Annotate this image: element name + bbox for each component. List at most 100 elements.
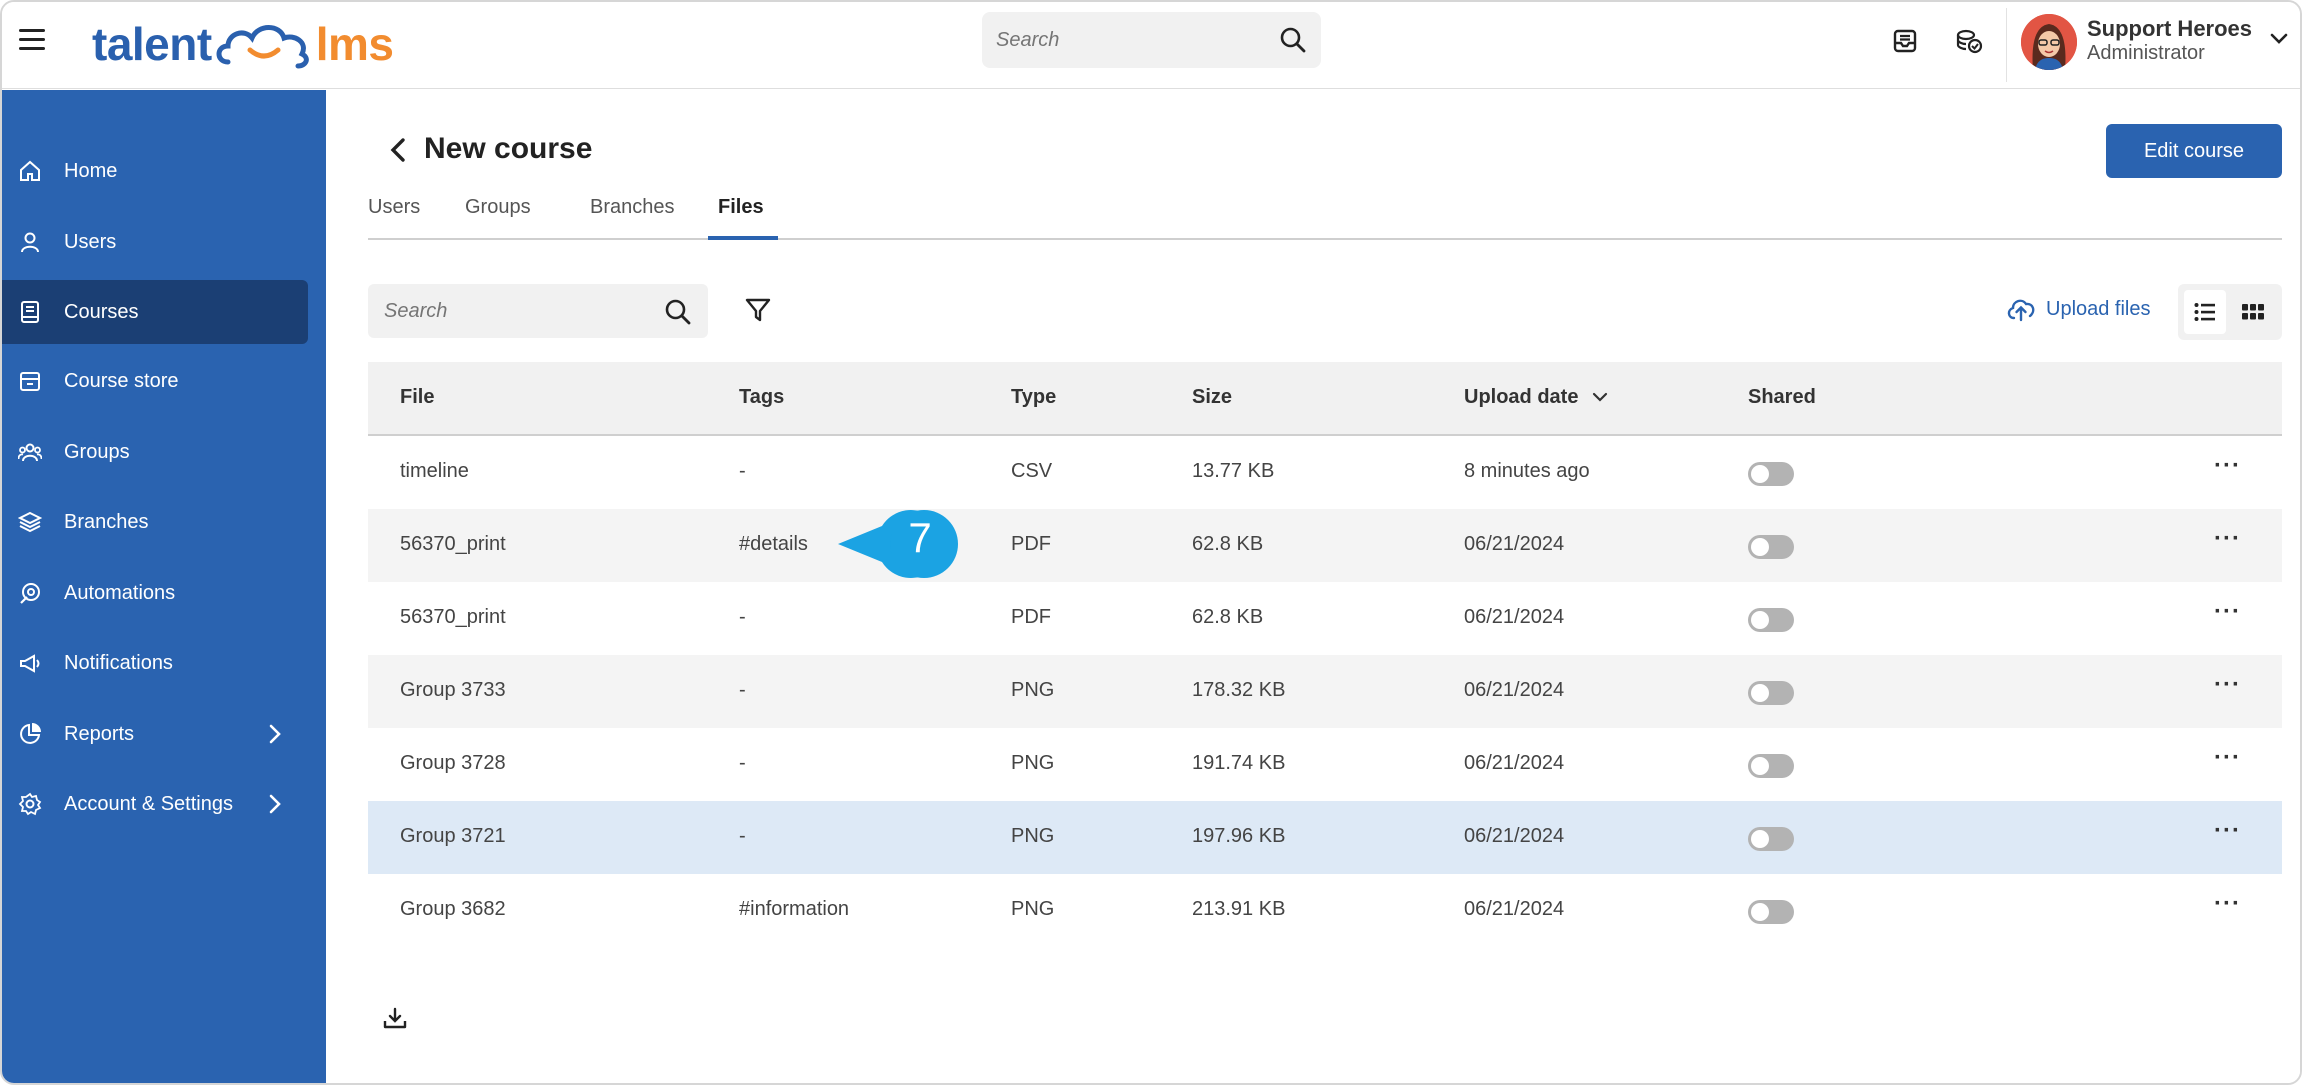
column-header-file[interactable]: File bbox=[400, 386, 434, 409]
file-upload-date: 06/21/2024 bbox=[1464, 679, 1565, 701]
files-search-input[interactable] bbox=[384, 296, 644, 326]
sidebar-item-label: Branches bbox=[64, 511, 149, 533]
chevron-down-icon[interactable] bbox=[2269, 32, 2289, 46]
sidebar-item-account-settings[interactable]: Account & Settings bbox=[2, 772, 308, 836]
sort-chevron-down-icon[interactable] bbox=[1592, 392, 1608, 404]
sidebar-item-groups[interactable]: Groups bbox=[2, 420, 308, 484]
sidebar-item-automations[interactable]: Automations bbox=[2, 561, 308, 625]
book-icon bbox=[21, 301, 39, 323]
more-options-icon[interactable]: ··· bbox=[2214, 673, 2241, 697]
file-type: PDF bbox=[1011, 606, 1051, 628]
tab-files[interactable]: Files bbox=[708, 186, 778, 240]
chevron-right-icon[interactable] bbox=[264, 793, 286, 815]
table-row[interactable]: Group 3721 - PNG 197.96 KB 06/21/2024 ··… bbox=[368, 801, 2282, 874]
files-search[interactable] bbox=[368, 284, 708, 338]
file-size: 62.8 KB bbox=[1192, 606, 1264, 628]
sidebar-item-label: Account & Settings bbox=[64, 793, 233, 815]
tab-users[interactable]: Users bbox=[368, 186, 420, 240]
tab-branches[interactable]: Branches bbox=[590, 186, 675, 240]
file-tags: - bbox=[739, 825, 746, 847]
inbox-icon[interactable] bbox=[1888, 24, 1922, 58]
file-name[interactable]: Group 3721 bbox=[400, 825, 506, 848]
file-type: PNG bbox=[1011, 825, 1055, 847]
file-name[interactable]: timeline bbox=[400, 460, 469, 483]
filter-icon[interactable] bbox=[744, 296, 772, 324]
shared-toggle[interactable] bbox=[1748, 535, 1794, 559]
file-type: PDF bbox=[1011, 533, 1051, 555]
file-name[interactable]: Group 3728 bbox=[400, 752, 506, 775]
megaphone-icon bbox=[20, 654, 40, 673]
file-name[interactable]: Group 3682 bbox=[400, 898, 506, 921]
shared-toggle[interactable] bbox=[1748, 754, 1794, 778]
file-type: PNG bbox=[1011, 679, 1055, 701]
page-title: New course bbox=[424, 132, 593, 165]
shared-toggle[interactable] bbox=[1748, 900, 1794, 924]
column-header-type[interactable]: Type bbox=[1011, 386, 1056, 409]
file-name[interactable]: Group 3733 bbox=[400, 679, 506, 702]
global-search[interactable] bbox=[982, 12, 1321, 68]
file-type: CSV bbox=[1011, 460, 1053, 482]
avatar bbox=[2021, 14, 2077, 70]
global-search-input[interactable] bbox=[996, 24, 1256, 56]
file-tags: - bbox=[739, 606, 746, 628]
table-row[interactable]: Group 3682 #information PNG 213.91 KB 06… bbox=[368, 874, 2282, 947]
top-bar: talent lms Search Support Heroes Adminis… bbox=[2, 2, 2300, 89]
list-icon bbox=[2194, 303, 2215, 321]
edit-course-button[interactable]: Edit course bbox=[2106, 124, 2282, 178]
sidebar-item-notifications[interactable]: Notifications bbox=[2, 631, 308, 695]
file-tags: #information bbox=[739, 898, 850, 920]
sidebar-item-branches[interactable]: Branches bbox=[2, 490, 308, 554]
table-row[interactable]: 56370_print - PDF 62.8 KB 06/21/2024 ··· bbox=[368, 582, 2282, 655]
file-upload-date: 06/21/2024 bbox=[1464, 898, 1565, 920]
tab-groups[interactable]: Groups bbox=[465, 186, 531, 240]
column-header-shared[interactable]: Shared bbox=[1748, 386, 1816, 409]
upload-files-button[interactable]: Upload files bbox=[2006, 296, 2151, 322]
sidebar-item-users[interactable]: Users bbox=[2, 210, 308, 274]
search-icon[interactable] bbox=[664, 298, 692, 326]
groups-icon bbox=[18, 443, 42, 462]
table-header: File Tags Type Size Upload date Shared bbox=[368, 362, 2282, 436]
coins-icon[interactable] bbox=[1952, 24, 1986, 58]
table-row[interactable]: 56370_print #details PDF 62.8 KB 06/21/2… bbox=[368, 509, 2282, 582]
home-icon bbox=[20, 160, 40, 181]
chevron-right-icon[interactable] bbox=[264, 723, 286, 745]
gear-icon bbox=[18, 792, 42, 816]
sidebar-item-courses[interactable]: Courses bbox=[2, 280, 308, 344]
file-size: 13.77 KB bbox=[1192, 460, 1275, 482]
table-row[interactable]: Group 3733 - PNG 178.32 KB 06/21/2024 ··… bbox=[368, 655, 2282, 728]
sidebar: Home Users Courses Course store Groups B… bbox=[2, 90, 326, 1083]
file-name[interactable]: 56370_print bbox=[400, 533, 506, 556]
more-options-icon[interactable]: ··· bbox=[2214, 892, 2241, 916]
shared-toggle[interactable] bbox=[1748, 608, 1794, 632]
download-icon[interactable] bbox=[382, 1006, 408, 1032]
shared-toggle[interactable] bbox=[1748, 827, 1794, 851]
column-header-tags[interactable]: Tags bbox=[739, 386, 784, 409]
talentlms-logo[interactable]: talent lms bbox=[92, 14, 394, 74]
menu-icon[interactable] bbox=[19, 29, 45, 53]
column-header-upload-date[interactable]: Upload date bbox=[1464, 386, 1578, 409]
more-options-icon[interactable]: ··· bbox=[2214, 454, 2241, 478]
back-arrow-icon[interactable] bbox=[386, 136, 410, 164]
file-tags: - bbox=[739, 460, 746, 482]
grid-view-button[interactable] bbox=[2232, 290, 2274, 334]
table-row[interactable]: Group 3728 - PNG 191.74 KB 06/21/2024 ··… bbox=[368, 728, 2282, 801]
table-row[interactable]: timeline - CSV 13.77 KB 8 minutes ago ··… bbox=[368, 436, 2282, 509]
more-options-icon[interactable]: ··· bbox=[2214, 600, 2241, 624]
search-icon[interactable] bbox=[1279, 26, 1307, 54]
shared-toggle[interactable] bbox=[1748, 462, 1794, 486]
user-menu[interactable]: Support Heroes Administrator bbox=[2006, 8, 2300, 82]
shared-toggle[interactable] bbox=[1748, 681, 1794, 705]
more-options-icon[interactable]: ··· bbox=[2214, 527, 2241, 551]
file-name[interactable]: 56370_print bbox=[400, 606, 506, 629]
upload-files-label: Upload files bbox=[2046, 297, 2151, 320]
sidebar-item-course-store[interactable]: Course store bbox=[2, 349, 308, 413]
sidebar-item-reports[interactable]: Reports bbox=[2, 702, 308, 766]
more-options-icon[interactable]: ··· bbox=[2214, 819, 2241, 843]
sidebar-item-home[interactable]: Home bbox=[2, 139, 308, 203]
grid-icon bbox=[2242, 304, 2264, 320]
sidebar-item-label: Reports bbox=[64, 723, 135, 745]
list-view-button[interactable] bbox=[2184, 290, 2226, 334]
column-header-size[interactable]: Size bbox=[1192, 386, 1232, 409]
file-tags: - bbox=[739, 679, 746, 701]
more-options-icon[interactable]: ··· bbox=[2214, 746, 2241, 770]
